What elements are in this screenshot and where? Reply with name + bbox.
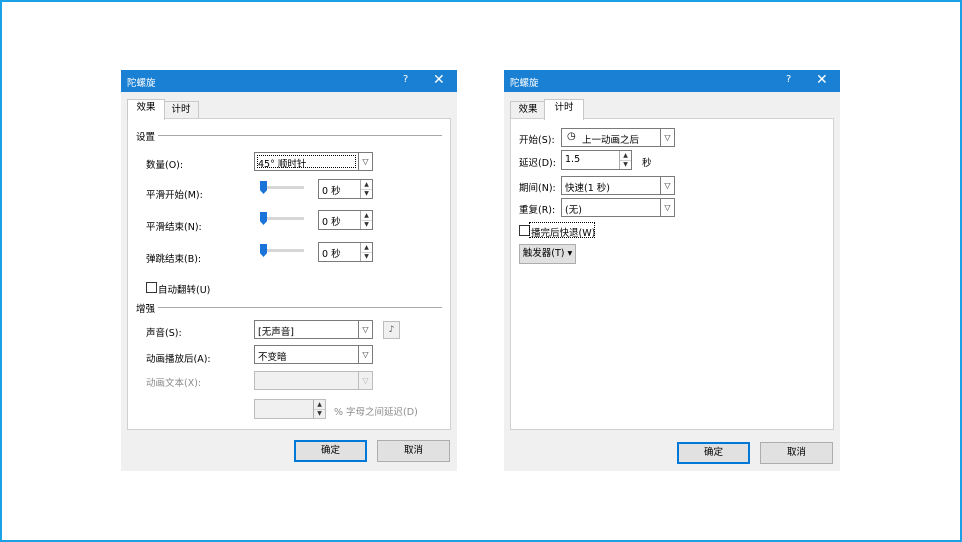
- smooth-start-slider-thumb[interactable]: [260, 181, 267, 194]
- smooth-start-value: 0 秒: [322, 186, 341, 197]
- spinner-buttons: ▲ ▼: [360, 243, 372, 261]
- smooth-start-spinner[interactable]: 0 秒 ▲ ▼: [318, 179, 373, 199]
- help-button[interactable]: ?: [786, 74, 791, 85]
- spin-down-icon[interactable]: ▼: [314, 409, 325, 418]
- delay-value: 1.5: [565, 154, 581, 165]
- tab-timing[interactable]: 计时: [544, 99, 584, 120]
- smooth-end-slider-thumb[interactable]: [260, 212, 267, 225]
- focus-rect: [257, 155, 356, 168]
- letter-delay-spinner[interactable]: ▲ ▼: [254, 399, 326, 419]
- ok-button[interactable]: 确定: [677, 442, 750, 464]
- duration-value: 快速(1 秒): [565, 183, 610, 194]
- repeat-label: 重复(R):: [519, 205, 556, 216]
- repeat-value: (无): [565, 205, 582, 216]
- auto-reverse-checkbox[interactable]: [146, 282, 157, 293]
- spin-down-icon[interactable]: ▼: [361, 189, 372, 198]
- spin-timing-dialog: 陀螺旋 ? ✕ 效果 计时 开始(S): ◷ 上一动画之后 ▽ 延迟(D): 1…: [504, 70, 840, 471]
- spinner-buttons: ▲ ▼: [313, 400, 325, 418]
- sound-combo[interactable]: [无声音] ▽: [254, 320, 373, 339]
- bounce-end-slider-thumb[interactable]: [260, 244, 267, 257]
- repeat-combo[interactable]: (无) ▽: [561, 198, 675, 217]
- sound-value: [无声音]: [258, 327, 294, 338]
- close-button[interactable]: ✕: [433, 72, 445, 88]
- spinner-buttons: ▲ ▼: [619, 151, 631, 169]
- help-button[interactable]: ?: [403, 74, 408, 85]
- cancel-button[interactable]: 取消: [760, 442, 833, 464]
- smooth-end-spinner[interactable]: 0 秒 ▲ ▼: [318, 210, 373, 230]
- tab-effect[interactable]: 效果: [510, 101, 546, 119]
- chevron-down-icon[interactable]: ▽: [358, 346, 372, 363]
- spinner-buttons: ▲ ▼: [360, 180, 372, 198]
- section-divider: [158, 307, 442, 308]
- tab-panel: 设置 数量(O): 45° 顺时针 ▽ 平滑开始(M): 0 秒 ▲ ▼ 平滑结…: [127, 118, 451, 430]
- dialog-title: 陀螺旋: [510, 78, 539, 89]
- tab-effect[interactable]: 效果: [127, 99, 165, 120]
- delay-label: 延迟(D):: [519, 158, 556, 169]
- chevron-down-icon[interactable]: ▽: [358, 321, 372, 338]
- smooth-end-label: 平滑结束(N):: [146, 222, 202, 233]
- chevron-down-icon[interactable]: ▽: [660, 177, 674, 194]
- title-bar: 陀螺旋 ? ✕: [504, 70, 840, 92]
- delay-spinner[interactable]: 1.5 ▲ ▼: [561, 150, 632, 170]
- amount-combo[interactable]: 45° 顺时针 ▽: [254, 152, 373, 171]
- bounce-end-spinner[interactable]: 0 秒 ▲ ▼: [318, 242, 373, 262]
- ok-button[interactable]: 确定: [294, 440, 367, 462]
- animate-text-combo[interactable]: ▽: [254, 371, 373, 390]
- letter-delay-label: % 字母之间延迟(D): [334, 407, 418, 418]
- focus-rect: [529, 222, 595, 238]
- bounce-end-value: 0 秒: [322, 249, 341, 260]
- after-animation-value: 不变暗: [258, 352, 287, 363]
- tab-panel: 开始(S): ◷ 上一动画之后 ▽ 延迟(D): 1.5 ▲ ▼ 秒 期间(N)…: [510, 118, 834, 430]
- tab-timing[interactable]: 计时: [163, 101, 199, 119]
- after-animation-label: 动画播放后(A):: [146, 354, 211, 365]
- duration-label: 期间(N):: [519, 183, 556, 194]
- duration-combo[interactable]: 快速(1 秒) ▽: [561, 176, 675, 195]
- chevron-down-icon[interactable]: ▽: [358, 153, 372, 170]
- triggers-button[interactable]: 触发器(T) ▾: [519, 244, 576, 264]
- smooth-end-value: 0 秒: [322, 217, 341, 228]
- spin-down-icon[interactable]: ▼: [361, 220, 372, 229]
- sound-volume-button[interactable]: ♪: [383, 321, 400, 339]
- smooth-start-label: 平滑开始(M):: [146, 190, 203, 201]
- auto-reverse-label[interactable]: 自动翻转(U): [158, 282, 210, 296]
- speaker-icon: ♪: [388, 325, 395, 335]
- chevron-down-icon[interactable]: ▽: [660, 199, 674, 216]
- amount-label: 数量(O):: [146, 160, 184, 171]
- clock-icon: ◷: [567, 131, 576, 142]
- spin-effect-dialog: 陀螺旋 ? ✕ 效果 计时 设置 数量(O): 45° 顺时针 ▽ 平滑开始(M…: [121, 70, 457, 471]
- delay-unit: 秒: [642, 158, 652, 169]
- bounce-end-label: 弹跳结束(B):: [146, 254, 202, 265]
- start-value: 上一动画之后: [582, 135, 640, 146]
- animate-text-label: 动画文本(X):: [146, 378, 202, 389]
- after-animation-combo[interactable]: 不变暗 ▽: [254, 345, 373, 364]
- dialog-title: 陀螺旋: [127, 78, 156, 89]
- close-button[interactable]: ✕: [816, 72, 828, 88]
- start-label: 开始(S):: [519, 135, 555, 146]
- chevron-down-icon[interactable]: ▽: [358, 372, 372, 389]
- settings-section-label: 设置: [136, 132, 156, 143]
- section-divider: [158, 135, 442, 136]
- sound-label: 声音(S):: [146, 328, 182, 339]
- chevron-down-icon[interactable]: ▽: [660, 129, 674, 146]
- spin-down-icon[interactable]: ▼: [361, 252, 372, 261]
- spinner-buttons: ▲ ▼: [360, 211, 372, 229]
- start-combo[interactable]: ◷ 上一动画之后 ▽: [561, 128, 675, 147]
- cancel-button[interactable]: 取消: [377, 440, 450, 462]
- title-bar: 陀螺旋 ? ✕: [121, 70, 457, 92]
- spin-down-icon[interactable]: ▼: [620, 160, 631, 169]
- enhance-section-label: 增强: [136, 304, 156, 315]
